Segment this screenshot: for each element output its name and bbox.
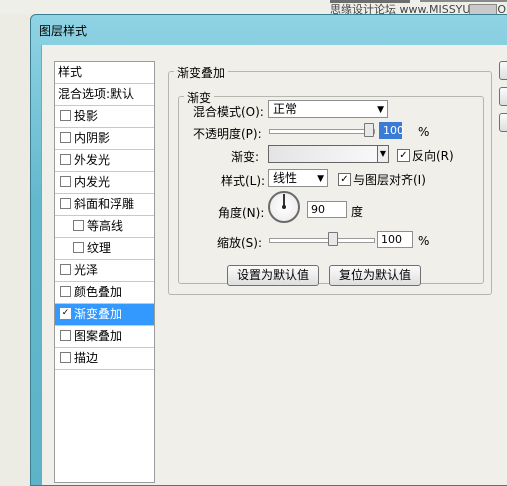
opacity-percent: % [418,125,430,139]
reverse-check-box[interactable]: ✓ [397,149,410,162]
blending-options-item[interactable]: 混合选项:默认 [55,84,154,106]
set-default-button[interactable]: 设置为默认值 [227,265,319,286]
style-item-label: 内阴影 [74,131,111,145]
gradient-overlay-title: 渐变叠加 [174,64,229,81]
align-with-layer-checkbox[interactable]: ✓ 与图层对齐(I) [338,171,426,188]
style-checkbox[interactable] [73,242,84,253]
reverse-label: 反向(R) [412,149,454,163]
style-checkbox[interactable] [60,198,71,209]
dialog-title: 图层样式 [39,24,88,38]
style-checkbox[interactable] [60,176,71,187]
blending-options-label: 混合选项:默认 [58,87,135,101]
style-item-label: 图案叠加 [74,329,123,343]
scale-slider-track[interactable] [269,238,375,243]
style-item-bevel-emboss[interactable]: 斜面和浮雕 [55,194,154,216]
style-checkbox[interactable] [60,110,71,121]
blend-mode-select[interactable]: 正常 ▼ [268,100,388,118]
style-item-label: 纹理 [87,241,112,255]
style-item-label: 渐变叠加 [74,307,123,321]
style-checkbox[interactable]: ✓ [60,308,71,319]
align-with-layer-label: 与图层对齐(I) [353,173,426,187]
opacity-slider-track[interactable] [269,129,375,134]
chevron-down-icon: ▼ [377,105,384,115]
style-item-label: 等高线 [87,219,124,233]
chevron-down-icon: ▼ [379,149,387,158]
style-item-label: 颜色叠加 [74,285,123,299]
angle-dial-center [282,205,286,209]
opacity-label: 不透明度(P): [193,127,262,141]
style-checkbox[interactable] [73,220,84,231]
cancel-button[interactable] [499,87,507,106]
opacity-input[interactable]: 100 [379,122,404,139]
align-check-box[interactable]: ✓ [338,173,351,186]
gradient-style-value: 线性 [273,171,298,185]
styles-list: 样式 混合选项:默认 投影 内阴影 外发光 内发光 斜面和浮雕 等高线 纹理 光… [54,61,155,483]
style-checkbox[interactable] [60,286,71,297]
blend-mode-value: 正常 [273,102,298,116]
host-toolbar-strip: 思缘设计论坛 www.MISSYUAN.COM [0,0,507,16]
scale-percent: % [418,234,430,248]
gradient-style-select[interactable]: 线性 ▼ [268,169,328,187]
style-item-texture[interactable]: 纹理 [55,238,154,260]
layer-style-dialog: 图层样式 样式 混合选项:默认 投影 内阴影 外发光 内发光 斜面和浮雕 等高线… [30,14,507,486]
styles-list-header[interactable]: 样式 [55,62,154,84]
angle-label: 角度(N): [218,206,265,220]
style-item-stroke[interactable]: 描边 [55,348,154,370]
scale-input[interactable]: 100 [377,231,413,248]
style-item-contour[interactable]: 等高线 [55,216,154,238]
style-item-inner-glow[interactable]: 内发光 [55,172,154,194]
gradient-preview[interactable] [268,145,378,163]
style-checkbox[interactable] [60,264,71,275]
gradient-label: 渐变: [231,150,260,164]
style-item-label: 内发光 [74,175,111,189]
dialog-body: 样式 混合选项:默认 投影 内阴影 外发光 内发光 斜面和浮雕 等高线 纹理 光… [41,45,507,485]
style-checkbox[interactable] [60,330,71,341]
reverse-checkbox[interactable]: ✓ 反向(R) [397,147,454,164]
style-item-gradient-overlay[interactable]: ✓ 渐变叠加 [55,304,154,326]
chevron-down-icon: ▼ [317,174,324,184]
angle-unit: 度 [351,205,364,219]
style-item-outer-glow[interactable]: 外发光 [55,150,154,172]
style-item-label: 斜面和浮雕 [74,197,135,211]
gradient-picker-button[interactable]: ▼ [377,145,389,163]
dialog-titlebar[interactable]: 图层样式 [31,15,507,45]
reset-default-button[interactable]: 复位为默认值 [329,265,421,286]
style-item-label: 投影 [74,109,99,123]
angle-input[interactable]: 90 [307,201,347,218]
style-checkbox[interactable] [60,132,71,143]
style-item-label: 描边 [74,351,99,365]
style-item-label: 光泽 [74,263,99,277]
scale-slider-thumb[interactable] [328,232,338,246]
style-item-drop-shadow[interactable]: 投影 [55,106,154,128]
scale-label: 缩放(S): [217,236,263,250]
style-label: 样式(L): [221,174,266,188]
style-item-color-overlay[interactable]: 颜色叠加 [55,282,154,304]
style-item-label: 外发光 [74,153,111,167]
angle-dial[interactable] [268,191,300,223]
ok-button[interactable] [499,61,507,80]
style-checkbox[interactable] [60,154,71,165]
styles-header-label: 样式 [58,65,83,79]
style-checkbox[interactable] [60,352,71,363]
style-item-satin[interactable]: 光泽 [55,260,154,282]
blend-mode-label: 混合模式(O): [193,105,264,119]
opacity-slider-thumb[interactable] [364,123,374,137]
style-item-pattern-overlay[interactable]: 图案叠加 [55,326,154,348]
style-item-inner-shadow[interactable]: 内阴影 [55,128,154,150]
new-style-button[interactable] [499,113,507,132]
